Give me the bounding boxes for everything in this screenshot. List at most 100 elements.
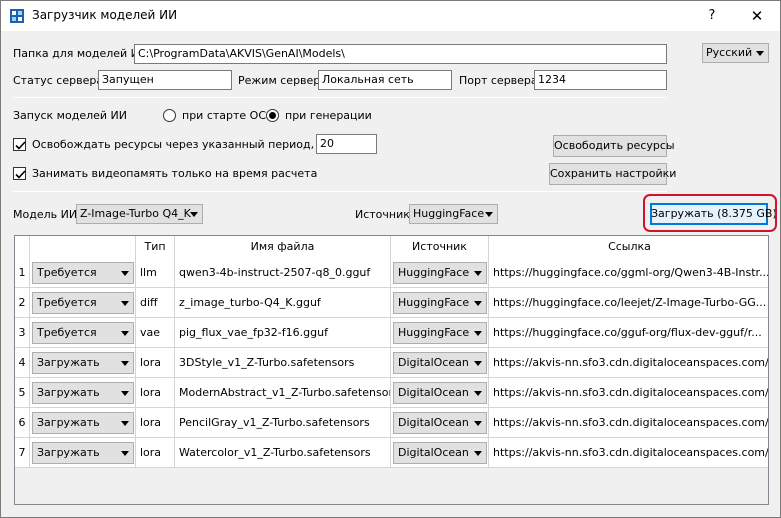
source-select-value: DigitalOcean xyxy=(398,416,469,429)
action-select-cell: Требуется xyxy=(30,258,136,288)
chevron-down-icon xyxy=(121,451,129,456)
action-select-cell: Требуется xyxy=(30,288,136,318)
source-select[interactable]: HuggingFace xyxy=(393,292,487,314)
source-select[interactable]: DigitalOcean xyxy=(393,442,487,464)
source-select-cell: DigitalOcean xyxy=(391,348,489,378)
save-settings-button[interactable]: Сохранить настройки xyxy=(549,163,676,185)
app-window: Загрузчик моделей ИИ ? ✕ Папка для модел… xyxy=(0,0,781,518)
header-link[interactable]: Ссылка xyxy=(489,236,768,258)
close-button[interactable]: ✕ xyxy=(746,6,768,26)
source-select-cell: HuggingFace xyxy=(391,288,489,318)
action-select[interactable]: Загружать xyxy=(32,442,134,464)
filename-cell[interactable]: Watercolor_v1_Z-Turbo.safetensors xyxy=(175,438,391,468)
status-label: Статус сервера xyxy=(13,74,104,87)
source-select[interactable]: DigitalOcean xyxy=(393,412,487,434)
app-logo-icon xyxy=(10,9,24,23)
action-select[interactable]: Загружать xyxy=(32,352,134,374)
table-row[interactable]: 3 Требуется vae pig_flux_vae_fp32-f16.gguf H… xyxy=(15,318,768,348)
row-number: 1 xyxy=(15,258,30,288)
source-select[interactable]: HuggingFace xyxy=(393,262,487,284)
header-filename[interactable]: Имя файла xyxy=(175,236,391,258)
free-resources-checkbox[interactable] xyxy=(13,138,26,151)
radio-launch-os[interactable] xyxy=(163,109,176,122)
type-cell: diff xyxy=(136,288,175,318)
radio-launch-gen-label: при генерации xyxy=(285,109,372,122)
action-select-cell: Загружать xyxy=(30,408,136,438)
table-row[interactable]: 5 Загружать lora ModernAbstract_v1_Z-Turbo.… xyxy=(15,378,768,408)
folder-input[interactable]: C:\ProgramData\AKVIS\GenAI\Models\ xyxy=(134,44,667,64)
row-number: 2 xyxy=(15,288,30,318)
header-source[interactable]: Источник xyxy=(391,236,489,258)
source-select[interactable]: DigitalOcean xyxy=(393,382,487,404)
mode-field[interactable]: Локальная сеть xyxy=(318,70,452,90)
filename-cell[interactable]: 3DStyle_v1_Z-Turbo.safetensors xyxy=(175,348,391,378)
action-select-value: Загружать xyxy=(37,386,100,399)
chevron-down-icon xyxy=(474,391,482,396)
chevron-down-icon xyxy=(485,212,493,217)
table-row[interactable]: 2 Требуется diff z_image_turbo-Q4_K.gguf Hug… xyxy=(15,288,768,318)
action-select[interactable]: Требуется xyxy=(32,262,134,284)
action-select-value: Загружать xyxy=(37,446,100,459)
language-select[interactable]: Русский xyxy=(702,43,769,63)
filename-cell[interactable]: pig_flux_vae_fp32-f16.gguf xyxy=(175,318,391,348)
chevron-down-icon xyxy=(121,331,129,336)
link-cell[interactable]: https://huggingface.co/ggml-org/Qwen3-4B… xyxy=(489,258,768,288)
row-number: 3 xyxy=(15,318,30,348)
source-select[interactable]: HuggingFace xyxy=(393,322,487,344)
separator xyxy=(13,97,667,98)
link-cell[interactable]: https://akvis-nn.sfo3.cdn.digitaloceansp… xyxy=(489,348,768,378)
free-resources-button[interactable]: Освободить ресурсы xyxy=(553,135,675,157)
port-field[interactable]: 1234 xyxy=(534,70,667,90)
window-title: Загрузчик моделей ИИ xyxy=(32,8,178,22)
help-button[interactable]: ? xyxy=(701,6,723,26)
source-select-value: DigitalOcean xyxy=(398,446,469,459)
link-cell[interactable]: https://akvis-nn.sfo3.cdn.digitaloceansp… xyxy=(489,378,768,408)
port-label: Порт сервера xyxy=(459,74,538,87)
link-cell[interactable]: https://akvis-nn.sfo3.cdn.digitaloceansp… xyxy=(489,438,768,468)
action-select-value: Требуется xyxy=(37,266,97,279)
period-input[interactable]: 20 xyxy=(316,134,377,154)
filename-cell[interactable]: PencilGray_v1_Z-Turbo.safetensors xyxy=(175,408,391,438)
header-type[interactable]: Тип xyxy=(136,236,175,258)
vram-checkbox[interactable] xyxy=(13,167,26,180)
table-row[interactable]: 1 Требуется llm qwen3-4b-instruct-2507-q8_0… xyxy=(15,258,768,288)
chevron-down-icon xyxy=(121,391,129,396)
filename-cell[interactable]: qwen3-4b-instruct-2507-q8_0.gguf xyxy=(175,258,391,288)
source-select[interactable]: DigitalOcean xyxy=(393,352,487,374)
action-select[interactable]: Загружать xyxy=(32,382,134,404)
table-row[interactable]: 6 Загружать lora PencilGray_v1_Z-Turbo.safe… xyxy=(15,408,768,438)
type-cell: lora xyxy=(136,438,175,468)
link-cell[interactable]: https://akvis-nn.sfo3.cdn.digitaloceansp… xyxy=(489,408,768,438)
source-select-value: DigitalOcean xyxy=(398,356,469,369)
source-value: HuggingFace xyxy=(413,207,485,220)
source-select[interactable]: HuggingFace xyxy=(409,204,498,224)
model-select[interactable]: Z-Image-Turbo Q4_K xyxy=(76,204,203,224)
link-cell[interactable]: https://huggingface.co/leejet/Z-Image-Tu… xyxy=(489,288,768,318)
action-select-value: Требуется xyxy=(37,326,97,339)
row-number: 4 xyxy=(15,348,30,378)
filename-cell[interactable]: z_image_turbo-Q4_K.gguf xyxy=(175,288,391,318)
action-select[interactable]: Требуется xyxy=(32,322,134,344)
action-select[interactable]: Загружать xyxy=(32,412,134,434)
row-number: 7 xyxy=(15,438,30,468)
launch-label: Запуск моделей ИИ xyxy=(13,109,127,122)
chevron-down-icon xyxy=(474,331,482,336)
files-table: Тип Имя файла Источник Ссылка 1 Требуется… xyxy=(14,235,769,505)
action-select-cell: Загружать xyxy=(30,348,136,378)
chevron-down-icon xyxy=(121,421,129,426)
status-field[interactable]: Запущен xyxy=(98,70,232,90)
free-resources-label: Освобождать ресурсы через указанный пери… xyxy=(32,138,344,151)
row-number: 5 xyxy=(15,378,30,408)
chevron-down-icon xyxy=(474,301,482,306)
link-cell[interactable]: https://huggingface.co/gguf-org/flux-dev… xyxy=(489,318,768,348)
filename-cell[interactable]: ModernAbstract_v1_Z-Turbo.safetensors xyxy=(175,378,391,408)
action-select[interactable]: Требуется xyxy=(32,292,134,314)
table-row[interactable]: 4 Загружать lora 3DStyle_v1_Z-Turbo.safeten… xyxy=(15,348,768,378)
mode-label: Режим сервера xyxy=(238,74,328,87)
table-row[interactable]: 7 Загружать lora Watercolor_v1_Z-Turbo.safe… xyxy=(15,438,768,468)
header-action xyxy=(30,236,136,258)
radio-launch-gen[interactable] xyxy=(266,109,279,122)
checkmark-icon xyxy=(15,170,26,179)
highlight-frame xyxy=(643,194,777,232)
chevron-down-icon xyxy=(190,212,198,217)
